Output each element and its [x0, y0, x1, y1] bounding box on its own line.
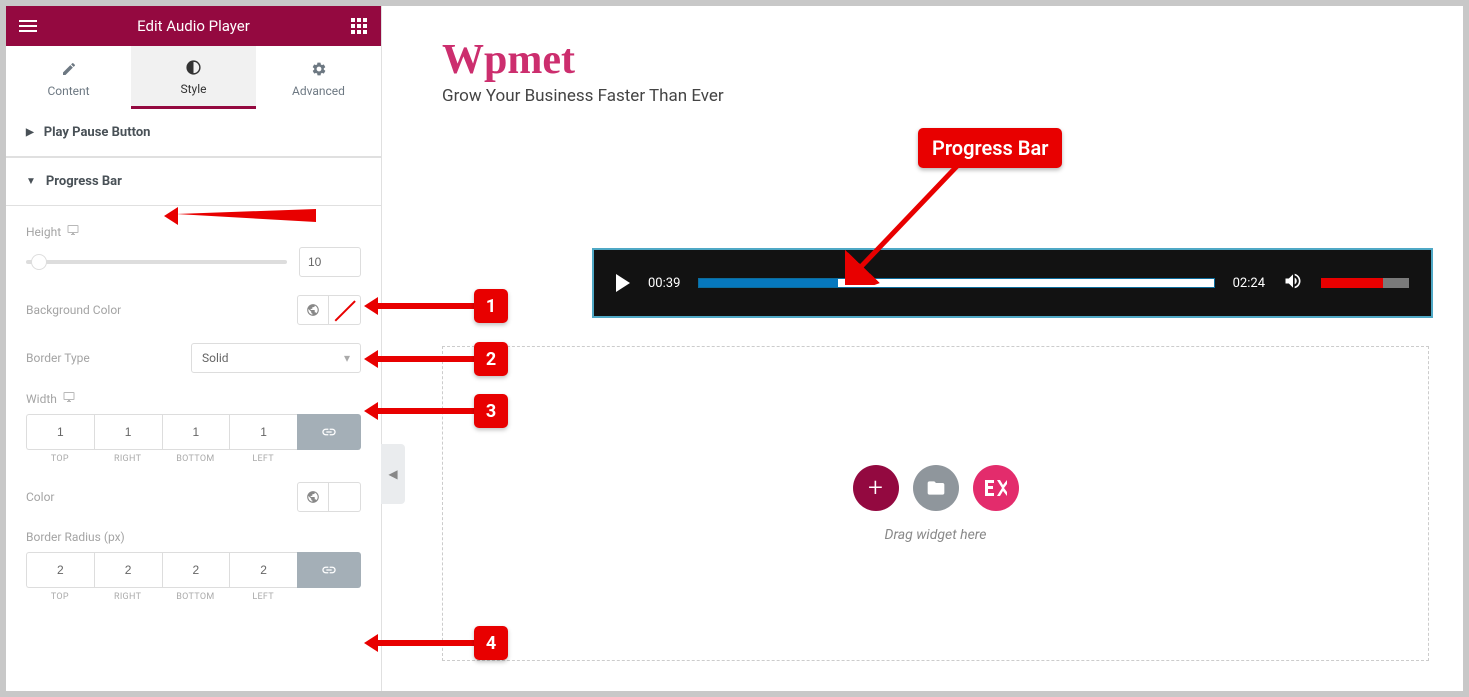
- widget-grid-icon[interactable]: [349, 16, 369, 36]
- volume-bar[interactable]: [1321, 278, 1409, 288]
- widget-dropzone[interactable]: + Drag widget here: [442, 346, 1429, 661]
- site-tagline: Grow Your Business Faster Than Ever: [442, 86, 1433, 106]
- ek-logo-icon: [985, 480, 1007, 496]
- editor-tabs: Content Style Advanced: [6, 46, 381, 109]
- width-bottom-input[interactable]: [162, 414, 230, 450]
- height-slider[interactable]: [26, 260, 287, 264]
- panel-header: Edit Audio Player: [6, 6, 381, 46]
- dim-right-label: RIGHT: [114, 454, 141, 464]
- dim-top-label: TOP: [51, 592, 69, 602]
- width-left-input[interactable]: [229, 414, 297, 450]
- current-time: 00:39: [648, 276, 680, 291]
- device-desktop-icon[interactable]: [67, 224, 79, 239]
- caret-down-icon: ▼: [26, 176, 36, 187]
- volume-fill: [1321, 278, 1383, 288]
- device-desktop-icon[interactable]: [63, 391, 75, 406]
- dim-top-label: TOP: [51, 454, 69, 464]
- color-swatch-button[interactable]: [329, 482, 361, 512]
- dim-bottom-label: BOTTOM: [176, 454, 214, 464]
- width-right-input[interactable]: [94, 414, 162, 450]
- site-title: Wpmet: [442, 36, 1433, 84]
- slider-thumb[interactable]: [31, 254, 47, 270]
- global-color-button[interactable]: [297, 482, 329, 512]
- progress-fill: [699, 279, 838, 287]
- section-play-pause[interactable]: ▶ Play Pause Button: [6, 109, 381, 157]
- tab-advanced-label: Advanced: [292, 84, 345, 98]
- contrast-circle-icon: [185, 58, 203, 76]
- caret-right-icon: ▶: [26, 127, 34, 138]
- link-dimensions-button[interactable]: [297, 552, 361, 588]
- no-color-icon: [335, 300, 355, 320]
- height-input[interactable]: [299, 247, 361, 277]
- width-top-input[interactable]: [26, 414, 94, 450]
- tab-content[interactable]: Content: [6, 46, 131, 109]
- radius-right-input[interactable]: [94, 552, 162, 588]
- radius-bottom-input[interactable]: [162, 552, 230, 588]
- chevron-down-icon: ▾: [344, 351, 350, 365]
- editor-panel: Edit Audio Player Content Style: [6, 6, 382, 691]
- height-label: Height: [26, 225, 61, 239]
- progress-bar-controls: Height Background Col: [6, 206, 381, 620]
- ek-button[interactable]: [973, 465, 1019, 511]
- collapse-panel-button[interactable]: ◀: [381, 444, 405, 504]
- link-dimensions-button[interactable]: [297, 414, 361, 450]
- dim-left-label: LEFT: [252, 454, 274, 464]
- tab-content-label: Content: [47, 84, 89, 98]
- annotation-badge-4: 4: [474, 626, 508, 660]
- audio-player: 00:39 02:24: [592, 248, 1433, 318]
- annotation-badge-3: 3: [474, 394, 508, 428]
- border-type-select[interactable]: Solid ▾: [191, 343, 361, 373]
- annotation-progress-bar-badge: Progress Bar: [918, 128, 1062, 168]
- hamburger-menu-icon[interactable]: [18, 16, 38, 36]
- radius-top-input[interactable]: [26, 552, 94, 588]
- radius-label: Border Radius (px): [26, 530, 125, 544]
- bg-color-label: Background Color: [26, 303, 121, 317]
- color-label: Color: [26, 490, 54, 504]
- tab-style-label: Style: [180, 82, 206, 96]
- gear-icon: [310, 60, 328, 78]
- annotation-badge-2: 2: [474, 342, 508, 376]
- total-time: 02:24: [1233, 276, 1265, 291]
- tab-advanced[interactable]: Advanced: [256, 46, 381, 109]
- dim-left-label: LEFT: [252, 592, 274, 602]
- panel-body: ▶ Play Pause Button ▼ Progress Bar Heigh…: [6, 109, 381, 691]
- pencil-icon: [60, 60, 78, 78]
- tab-style[interactable]: Style: [131, 46, 256, 109]
- width-label: Width: [26, 392, 57, 406]
- section-progress-bar-label: Progress Bar: [46, 174, 122, 189]
- dim-right-label: RIGHT: [114, 592, 141, 602]
- dropzone-text: Drag widget here: [885, 527, 987, 543]
- global-color-button[interactable]: [297, 295, 329, 325]
- progress-bar[interactable]: [698, 278, 1214, 288]
- preview-area: ◀ Wpmet Grow Your Business Faster Than E…: [382, 6, 1463, 691]
- add-widget-button[interactable]: +: [853, 465, 899, 511]
- chevron-left-icon: ◀: [388, 467, 397, 481]
- border-type-value: Solid: [202, 351, 229, 365]
- section-progress-bar[interactable]: ▼ Progress Bar: [6, 157, 381, 206]
- color-swatch-button[interactable]: [329, 295, 361, 325]
- annotation-badge-1: 1: [474, 289, 508, 323]
- section-play-pause-label: Play Pause Button: [44, 125, 151, 140]
- dim-bottom-label: BOTTOM: [176, 592, 214, 602]
- play-button[interactable]: [616, 274, 630, 292]
- volume-icon[interactable]: [1283, 271, 1303, 296]
- border-type-label: Border Type: [26, 351, 90, 365]
- radius-left-input[interactable]: [229, 552, 297, 588]
- panel-title: Edit Audio Player: [137, 17, 250, 35]
- folder-button[interactable]: [913, 465, 959, 511]
